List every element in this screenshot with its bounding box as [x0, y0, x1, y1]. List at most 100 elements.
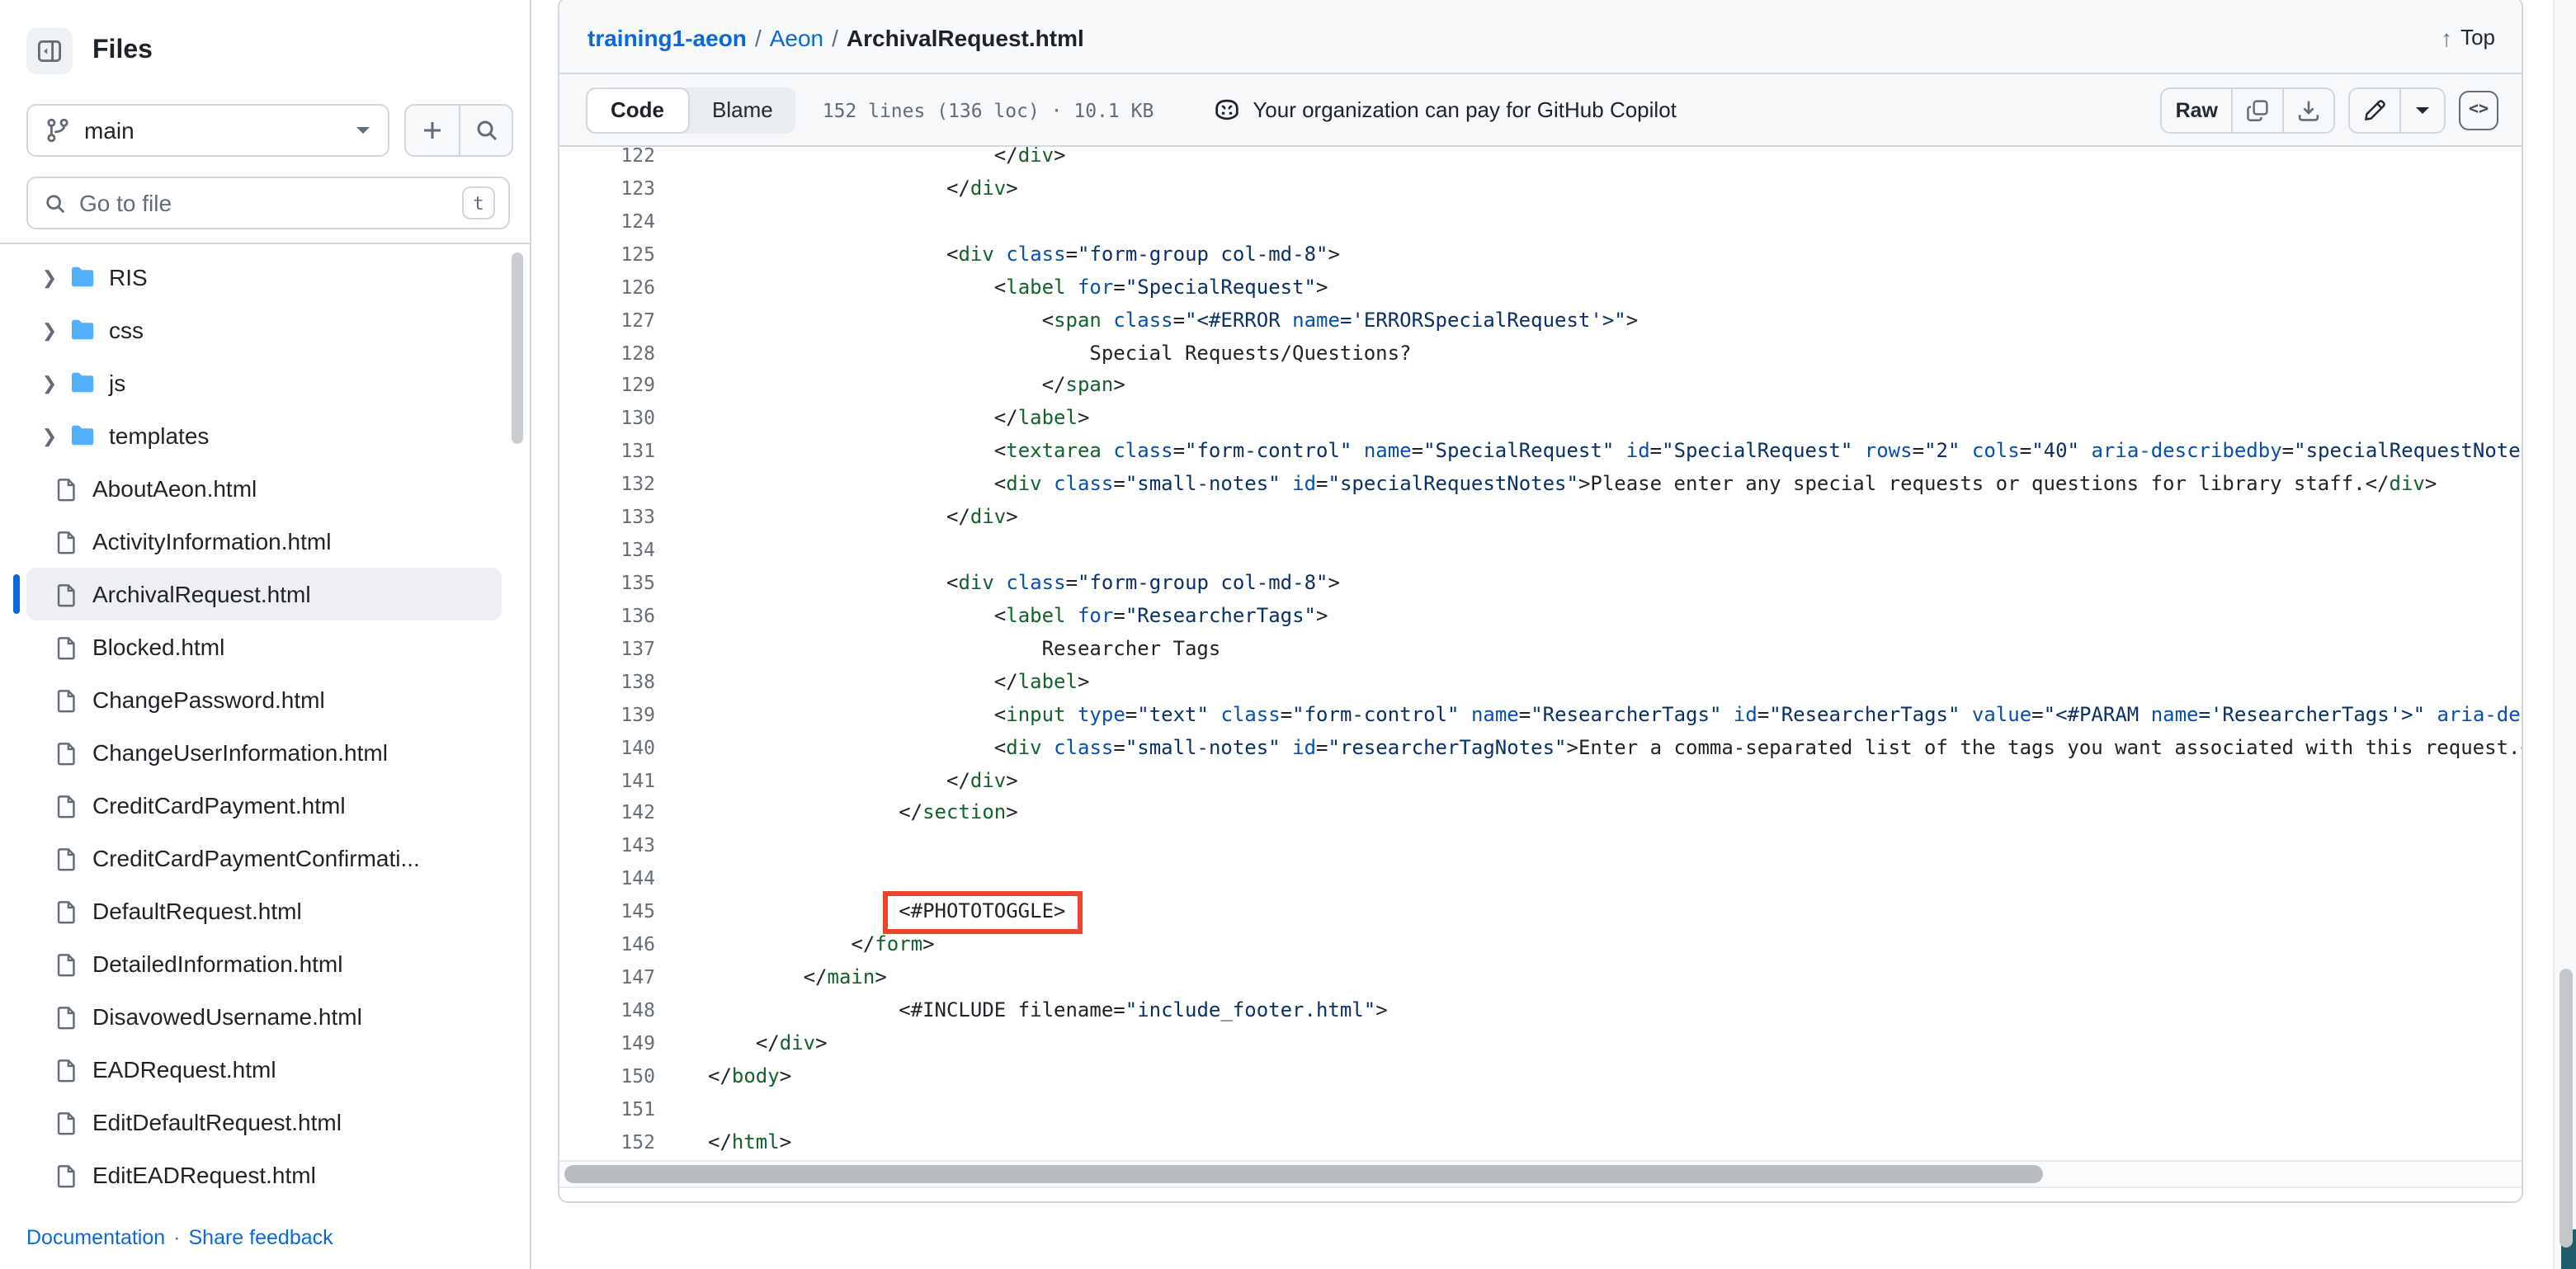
chevron-right-icon[interactable]: ❯: [36, 372, 63, 394]
code-line-152: 152 </html>: [559, 1126, 2522, 1159]
line-number[interactable]: 149: [559, 1028, 655, 1061]
line-number[interactable]: 148: [559, 995, 655, 1028]
tree-file-creditcardpayment-html[interactable]: CreditCardPayment.html: [13, 779, 508, 832]
line-number[interactable]: 151: [559, 1093, 655, 1126]
line-number[interactable]: 125: [559, 239, 655, 272]
line-number[interactable]: 134: [559, 535, 655, 568]
download-button[interactable]: [2282, 88, 2333, 131]
file-icon: [53, 792, 79, 818]
line-number[interactable]: 136: [559, 601, 655, 634]
code-line-149: 149 </div>: [559, 1028, 2522, 1061]
code-text: </main>: [708, 962, 887, 995]
tree-file-changepassword-html[interactable]: ChangePassword.html: [13, 673, 508, 726]
line-number[interactable]: 140: [559, 732, 655, 765]
line-number[interactable]: 150: [559, 1061, 655, 1094]
copilot-icon: [1213, 96, 1241, 124]
line-number[interactable]: 146: [559, 929, 655, 962]
collapse-sidebar-button[interactable]: [26, 28, 73, 74]
line-number[interactable]: 122: [559, 147, 655, 173]
line-number[interactable]: 137: [559, 634, 655, 667]
breadcrumb-separator: /: [823, 24, 847, 50]
line-number[interactable]: 139: [559, 699, 655, 732]
panel-bottom-strip: [559, 1188, 2522, 1203]
line-number[interactable]: 143: [559, 831, 655, 864]
line-number[interactable]: 135: [559, 568, 655, 601]
code-text: </label>: [708, 667, 1089, 700]
line-number[interactable]: 133: [559, 502, 655, 535]
scroll-to-top-button[interactable]: ↑ Top: [2441, 24, 2495, 50]
go-to-file-input[interactable]: Go to file t: [26, 177, 510, 229]
line-number[interactable]: 129: [559, 370, 655, 403]
tree-file-activityinformation-html[interactable]: ActivityInformation.html: [13, 515, 508, 568]
tree-folder-templates[interactable]: ❯ templates: [13, 409, 508, 462]
code-line-147: 147 </main>: [559, 962, 2522, 995]
chevron-right-icon[interactable]: ❯: [36, 319, 63, 341]
breadcrumb-repo-link[interactable]: training1-aeon: [587, 24, 747, 50]
breadcrumb-file-name: ArchivalRequest.html: [847, 24, 1084, 50]
edit-file-button[interactable]: [2350, 88, 2399, 131]
code-line-134: 134: [559, 535, 2522, 568]
horizontal-scrollbar-thumb[interactable]: [564, 1165, 2043, 1183]
search-files-button[interactable]: [459, 106, 512, 155]
tab-code[interactable]: Code: [586, 87, 689, 133]
code-viewer: 122 </div>123 </div>124125 <div class="f…: [559, 147, 2522, 1160]
tree-folder-ris[interactable]: ❯RIS: [13, 251, 508, 304]
file-icon: [53, 686, 79, 713]
file-icon: [53, 634, 79, 660]
line-number[interactable]: 145: [559, 896, 655, 929]
file-icon: [53, 581, 79, 607]
tree-item-label: templates: [109, 422, 209, 449]
line-number[interactable]: 132: [559, 469, 655, 502]
line-number[interactable]: 126: [559, 271, 655, 304]
breadcrumb-dir-link[interactable]: Aeon: [770, 24, 823, 50]
code-text: </html>: [708, 1126, 791, 1159]
symbols-panel-button[interactable]: <>: [2459, 90, 2498, 130]
tree-file-archivalrequest-html[interactable]: ArchivalRequest.html: [13, 568, 508, 620]
sidebar-scrollbar[interactable]: [512, 252, 523, 444]
tree-file-eadrequest-html[interactable]: EADRequest.html: [13, 1043, 508, 1096]
tree-file-aboutaeon-html[interactable]: AboutAeon.html: [13, 462, 508, 515]
file-icon: [53, 951, 79, 977]
line-number[interactable]: 130: [559, 403, 655, 436]
copy-button[interactable]: [2231, 88, 2282, 131]
line-number[interactable]: 123: [559, 173, 655, 206]
tree-item-label: CreditCardPayment.html: [92, 792, 346, 818]
tab-blame[interactable]: Blame: [689, 97, 796, 122]
documentation-link[interactable]: Documentation: [26, 1226, 165, 1249]
raw-button[interactable]: Raw: [2163, 88, 2231, 131]
chevron-right-icon[interactable]: ❯: [36, 425, 63, 446]
tree-file-disavowedusername-html[interactable]: DisavowedUsername.html: [13, 990, 508, 1043]
new-file-button[interactable]: [406, 106, 459, 155]
line-number[interactable]: 142: [559, 798, 655, 831]
tree-file-creditcardpaymentconfirmati-[interactable]: CreditCardPaymentConfirmati...: [13, 832, 508, 885]
line-number[interactable]: 138: [559, 667, 655, 700]
tree-file-changeuserinformation-html[interactable]: ChangeUserInformation.html: [13, 726, 508, 779]
line-number[interactable]: 124: [559, 206, 655, 239]
branch-selector[interactable]: main: [26, 104, 389, 157]
file-meta-info: 152 lines (136 loc) · 10.1 KB: [823, 98, 1154, 121]
code-line-123: 123 </div>: [559, 173, 2522, 206]
tree-file-editeadrequest-html[interactable]: EditEADRequest.html: [13, 1149, 508, 1201]
line-number[interactable]: 152: [559, 1126, 655, 1159]
copilot-banner-text: Your organization can pay for GitHub Cop…: [1253, 97, 1677, 122]
code-line-127: 127 <span class="<#ERROR name='ERRORSpec…: [559, 304, 2522, 337]
tree-folder-js[interactable]: ❯js: [13, 356, 508, 409]
line-number[interactable]: 128: [559, 337, 655, 370]
edit-options-dropdown[interactable]: [2399, 88, 2444, 131]
line-number[interactable]: 127: [559, 304, 655, 337]
chevron-right-icon[interactable]: ❯: [36, 267, 63, 288]
tree-folder-css[interactable]: ❯css: [13, 304, 508, 356]
tree-file-editdefaultrequest-html[interactable]: EditDefaultRequest.html: [13, 1096, 508, 1149]
page-scrollbar: [2553, 0, 2576, 1269]
page-scrollbar-thumb[interactable]: [2559, 969, 2573, 1248]
line-number[interactable]: 141: [559, 765, 655, 798]
file-toolbar: Code Blame 152 lines (136 loc) · 10.1 KB…: [559, 74, 2522, 147]
line-number[interactable]: 144: [559, 864, 655, 897]
tree-file-blocked-html[interactable]: Blocked.html: [13, 620, 508, 673]
code-blame-switch: Code Blame: [586, 87, 796, 133]
line-number[interactable]: 147: [559, 962, 655, 995]
tree-file-defaultrequest-html[interactable]: DefaultRequest.html: [13, 885, 508, 937]
tree-file-detailedinformation-html[interactable]: DetailedInformation.html: [13, 937, 508, 990]
line-number[interactable]: 131: [559, 436, 655, 469]
share-feedback-link[interactable]: Share feedback: [189, 1226, 333, 1249]
